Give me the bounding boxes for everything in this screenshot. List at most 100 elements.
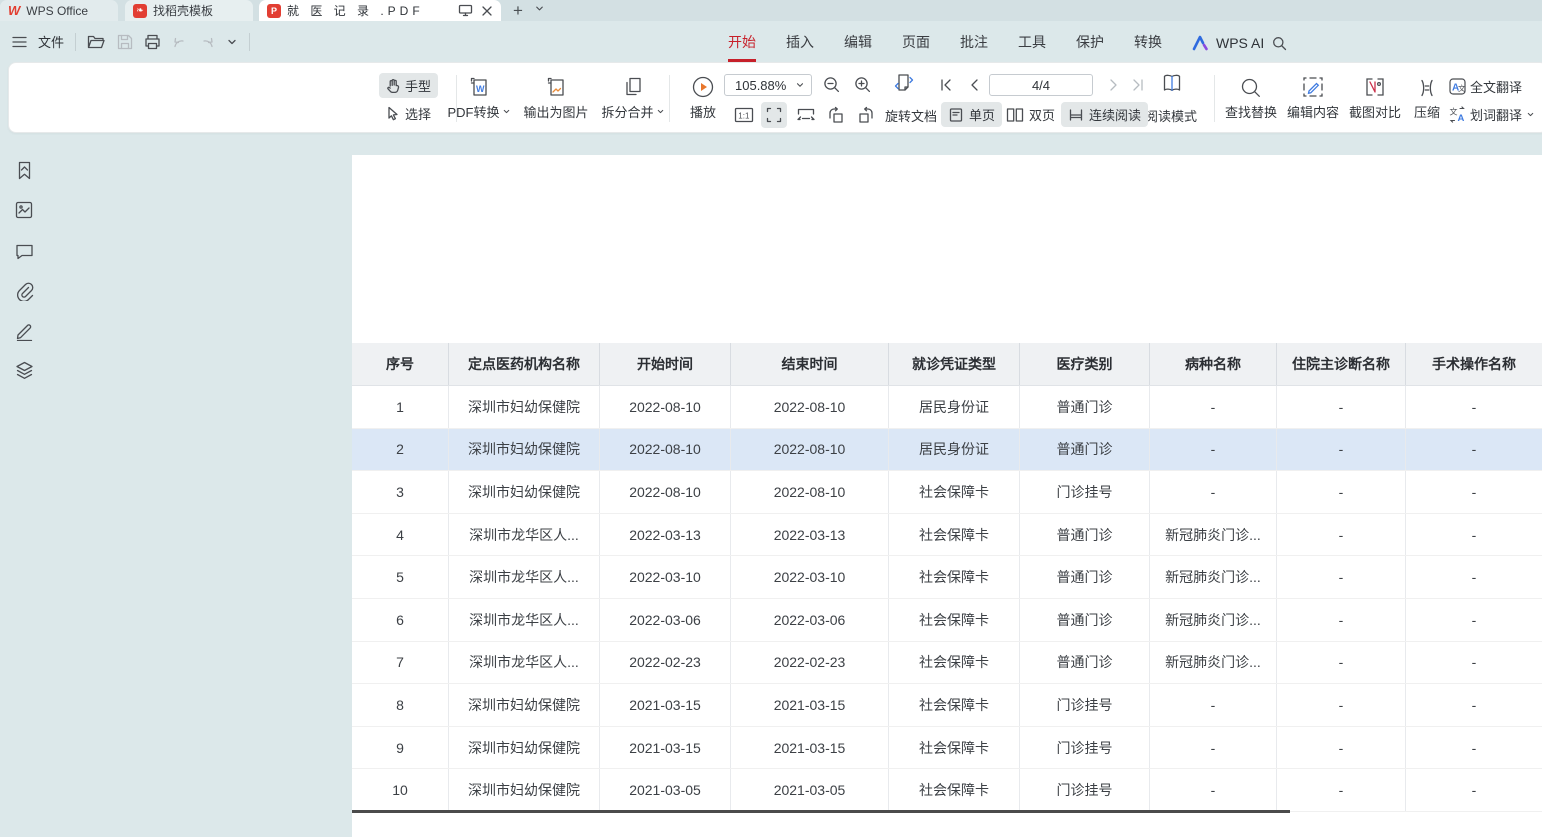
table-cell: 2021-03-15 — [731, 727, 889, 769]
menu-row: 文件 开始插入编辑页面批注工具保护转换 WPS AI — [0, 21, 1542, 62]
tab-label: 找稻壳模板 — [153, 2, 213, 19]
undo-icon[interactable] — [172, 35, 188, 49]
actual-size-button[interactable]: 1:1 — [731, 102, 757, 128]
split-merge-icon — [621, 75, 645, 99]
table-cell: 普通门诊 — [1020, 429, 1150, 471]
ribbon-tab-1[interactable]: 开始 — [728, 21, 756, 62]
single-page-button[interactable]: 单页 — [941, 102, 1002, 127]
read-mode-button[interactable] — [1159, 70, 1185, 96]
table-cell: 2021-03-15 — [731, 684, 889, 726]
find-replace-button[interactable]: 查找替换 — [1221, 72, 1281, 121]
export-image-button[interactable]: 输出为图片 — [517, 72, 595, 121]
continuous-read-icon — [1068, 107, 1084, 123]
last-page-button[interactable] — [1125, 72, 1151, 98]
cursor-icon — [386, 106, 400, 121]
single-page-icon — [948, 107, 964, 123]
refresh-pages-button[interactable] — [891, 70, 917, 96]
pdf-convert-button[interactable]: W PDF转换 — [433, 72, 525, 121]
next-page-button[interactable] — [1101, 72, 1127, 98]
screenshot-compare-button[interactable]: 截图对比 — [1345, 72, 1405, 121]
table-cell: - — [1277, 471, 1406, 513]
svg-text:W: W — [476, 84, 485, 94]
ribbon-tab-7[interactable]: 保护 — [1076, 21, 1104, 62]
table-cell: 10 — [352, 769, 449, 811]
undo-redo-chevron-icon[interactable] — [226, 36, 238, 48]
table-cell: 新冠肺炎门诊... — [1150, 642, 1277, 684]
redo-icon[interactable] — [199, 35, 215, 49]
table-cell: 4 — [352, 514, 449, 556]
print-icon[interactable] — [144, 34, 161, 50]
ribbon-tab-4[interactable]: 页面 — [902, 21, 930, 62]
table-cell: - — [1406, 514, 1542, 556]
image-icon — [15, 201, 33, 219]
save-icon[interactable] — [117, 34, 133, 50]
table-row: 4深圳市龙华区人...2022-03-132022-03-13社会保障卡普通门诊… — [352, 514, 1542, 557]
tab-wps-home[interactable]: W WPS Office — [0, 0, 118, 21]
zoom-in-button[interactable] — [850, 72, 876, 98]
rotate-right-button[interactable] — [853, 102, 879, 128]
table-cell: - — [1277, 514, 1406, 556]
edit-content-button[interactable]: 编辑内容 — [1283, 72, 1343, 121]
ribbon-tab-6[interactable]: 工具 — [1018, 21, 1046, 62]
signature-panel-button[interactable] — [13, 320, 35, 342]
prev-page-button[interactable] — [961, 72, 987, 98]
file-menu-button[interactable]: 文件 — [38, 32, 64, 51]
tab-docer-templates[interactable]: ❧ 找稻壳模板 — [125, 0, 253, 21]
double-page-icon — [1006, 107, 1024, 123]
table-cell: 1 — [352, 386, 449, 428]
table-cell: 9 — [352, 727, 449, 769]
split-merge-button[interactable]: 拆分合并 — [589, 72, 677, 121]
pages-refresh-icon — [891, 70, 917, 96]
table-cell: 新冠肺炎门诊... — [1150, 514, 1277, 556]
table-header-cell: 结束时间 — [731, 343, 889, 385]
full-translate-button[interactable]: A 文 全文翻译 — [1449, 73, 1522, 99]
ribbon-tab-3[interactable]: 编辑 — [844, 21, 872, 62]
table-cell: 5 — [352, 556, 449, 598]
table-cell: 2022-08-10 — [600, 471, 731, 513]
fit-width-button[interactable] — [761, 102, 787, 128]
table-cell: 2022-02-23 — [731, 642, 889, 684]
rotate-left-button[interactable] — [823, 102, 849, 128]
ribbon-tab-8[interactable]: 转换 — [1134, 21, 1162, 62]
table-cell: 6 — [352, 599, 449, 641]
signature-pen-icon — [15, 322, 34, 341]
word-translate-button[interactable]: 文 A 划词翻译 — [1449, 101, 1535, 127]
table-cell: 居民身份证 — [889, 429, 1020, 471]
hamburger-menu-icon[interactable] — [12, 36, 27, 48]
comments-panel-button[interactable] — [13, 240, 35, 262]
first-page-button[interactable] — [933, 72, 959, 98]
rotate-doc-label[interactable]: 旋转文档 — [885, 102, 937, 128]
tab-document-pdf[interactable]: P 就 医 记 录 .PDF — [259, 0, 501, 21]
layers-panel-button[interactable] — [13, 359, 35, 381]
close-tab-icon[interactable] — [481, 5, 493, 17]
bookmarks-panel-button[interactable] — [13, 159, 35, 181]
monitor-icon[interactable] — [458, 4, 473, 17]
ribbon-search-button[interactable] — [1272, 21, 1287, 62]
table-cell: - — [1150, 471, 1277, 513]
zoom-out-icon — [823, 76, 841, 94]
zoom-out-button[interactable] — [819, 72, 845, 98]
attachments-panel-button[interactable] — [13, 280, 35, 302]
play-button[interactable]: 播放 — [675, 72, 731, 121]
table-row: 3深圳市妇幼保健院2022-08-102022-08-10社会保障卡门诊挂号--… — [352, 471, 1542, 514]
select-tool-button[interactable]: 选择 — [379, 101, 438, 126]
table-cell: 7 — [352, 642, 449, 684]
thumbnails-panel-button[interactable] — [13, 199, 35, 221]
table-header-cell: 定点医药机构名称 — [449, 343, 600, 385]
compress-button[interactable]: 压缩 — [1405, 72, 1449, 121]
zoom-level-select[interactable]: 105.88% — [724, 74, 812, 96]
continuous-read-button[interactable]: 连续阅读 — [1061, 102, 1148, 127]
read-mode-label[interactable]: 阅读模式 — [1145, 102, 1197, 128]
ribbon-tab-5[interactable]: 批注 — [960, 21, 988, 62]
ribbon-tab-2[interactable]: 插入 — [786, 21, 814, 62]
fit-page-button[interactable] — [793, 102, 819, 128]
table-cell: 深圳市龙华区人... — [449, 556, 600, 598]
page-number-input[interactable]: 4/4 — [989, 74, 1093, 96]
table-row: 2深圳市妇幼保健院2022-08-102022-08-10居民身份证普通门诊--… — [352, 429, 1542, 472]
hand-tool-button[interactable]: 手型 — [379, 73, 438, 98]
new-tab-button[interactable]: + — [508, 0, 528, 21]
open-file-icon[interactable] — [87, 34, 106, 50]
tab-list-chevron-icon[interactable] — [534, 3, 545, 14]
wps-ai-button[interactable]: WPS AI — [1192, 21, 1264, 62]
table-cell: 深圳市龙华区人... — [449, 599, 600, 641]
